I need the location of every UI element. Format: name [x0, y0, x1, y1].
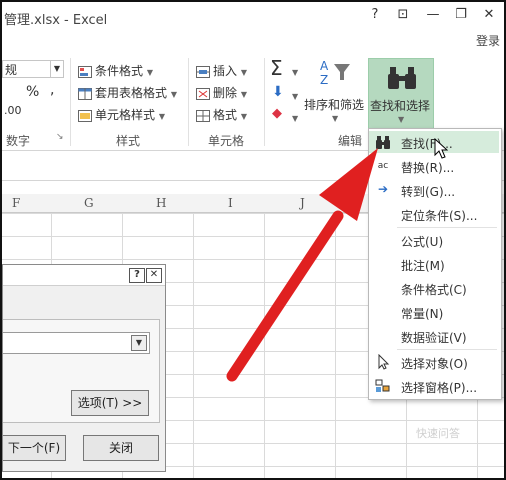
menu-item-label: 常量(N) — [401, 307, 444, 321]
menu-item-comments[interactable]: 批注(M) — [369, 253, 499, 275]
dialog-close-icon[interactable]: ✕ — [146, 268, 162, 283]
menu-item-label: 选择窗格(P)... — [401, 381, 478, 395]
table-format-icon — [78, 87, 92, 100]
select-objects-icon — [378, 354, 390, 370]
column-header[interactable]: G — [84, 196, 94, 210]
menu-separator — [397, 349, 497, 350]
find-what-input[interactable]: ▼ — [3, 332, 150, 354]
dialog-tab-panel: ▼ 选项(T) >> — [3, 319, 160, 423]
selection-pane-icon — [375, 379, 390, 392]
number-format-value: 规 — [5, 63, 18, 77]
find-next-button[interactable]: 下一个(F) — [3, 435, 66, 461]
mouse-cursor-icon — [434, 138, 448, 159]
menu-item-label: 转到(G)... — [401, 185, 456, 199]
chevron-down-icon: ▼ — [50, 61, 63, 77]
clear-eraser-icon[interactable]: ◆ — [272, 106, 282, 121]
dialog-help-button[interactable]: ? — [129, 268, 145, 283]
menu-item-constants[interactable]: 常量(N) — [369, 301, 499, 323]
dialog-title-bar: ? ✕ — [3, 265, 165, 286]
menu-item-select-objects[interactable]: 选择对象(O) — [369, 351, 499, 373]
find-select-menu: 查找(F)... ac 替换(R)... ➔ 转到(G)... 定位条件(S).… — [368, 128, 502, 400]
cell-style-icon — [78, 109, 92, 122]
format-cells-icon — [196, 109, 210, 122]
menu-item-formulas[interactable]: 公式(U) — [369, 229, 499, 251]
maximize-button[interactable]: ❐ — [450, 7, 472, 25]
ribbon-display-button[interactable]: ⊡ — [392, 7, 414, 25]
options-button[interactable]: 选项(T) >> — [71, 390, 149, 416]
menu-item-label: 定位条件(S)... — [401, 209, 478, 223]
help-button[interactable]: ? — [364, 7, 386, 25]
column-header[interactable]: H — [156, 196, 166, 210]
menu-item-label: 替换(R)... — [401, 161, 455, 175]
cell-style-button[interactable]: 单元格样式 ▼ — [78, 106, 165, 123]
excel-window: 管理.xlsx - Excel ? ⊡ — ❐ ✕ 登录 规 ▼ % , .00… — [0, 0, 506, 480]
dialog-close-button[interactable]: 关闭 — [83, 435, 159, 461]
menu-item-data-validation[interactable]: 数据验证(V) — [369, 325, 499, 347]
chevron-down-icon[interactable]: ▼ — [131, 335, 147, 351]
goto-arrow-icon: ➔ — [377, 182, 389, 196]
percent-button[interactable]: % — [26, 84, 39, 100]
group-style-label: 样式 — [116, 134, 141, 148]
menu-separator — [397, 227, 497, 228]
divider — [70, 58, 71, 146]
divider — [188, 58, 189, 146]
column-header[interactable]: F — [12, 196, 20, 210]
decimal-button[interactable]: .00 — [4, 104, 22, 117]
close-button[interactable]: ✕ — [478, 7, 500, 25]
menu-item-label: 批注(M) — [401, 259, 445, 273]
divider — [264, 58, 265, 146]
conditional-format-icon — [78, 65, 92, 78]
svg-text:A: A — [320, 59, 329, 73]
menu-item-label: 选择对象(O) — [401, 357, 468, 371]
fill-dropdown[interactable]: ▼ — [292, 88, 298, 102]
format-button[interactable]: 格式 ▼ — [196, 106, 247, 123]
menu-item-goto-special[interactable]: 定位条件(S)... — [369, 203, 499, 225]
dialog-launcher-icon[interactable]: ↘ — [56, 132, 64, 142]
delete-button[interactable]: 删除 ▼ — [196, 84, 247, 101]
comma-button[interactable]: , — [50, 82, 54, 98]
insert-button[interactable]: 插入 ▼ — [196, 62, 247, 79]
number-format-combo[interactable]: 规 ▼ — [2, 60, 64, 78]
signin-link[interactable]: 登录 — [476, 32, 500, 49]
clear-dropdown[interactable]: ▼ — [292, 110, 298, 124]
fill-icon[interactable]: ⬇ — [272, 84, 284, 100]
minimize-button[interactable]: — — [422, 7, 444, 25]
binoculars-icon — [376, 136, 390, 149]
conditional-format-button[interactable]: 条件格式 ▼ — [78, 62, 153, 79]
menu-item-selection-pane[interactable]: 选择窗格(P)... — [369, 375, 499, 397]
window-title: 管理.xlsx - Excel — [4, 13, 108, 28]
sort-filter-icon: A Z — [320, 59, 350, 87]
menu-item-label: 公式(U) — [401, 235, 444, 249]
sort-filter-label: 排序和筛选 — [304, 98, 365, 112]
group-cells-label: 单元格 — [208, 134, 245, 148]
find-select-label: 查找和选择 — [370, 99, 431, 113]
group-editing-label: 编辑 — [338, 134, 363, 148]
title-bar: 管理.xlsx - Excel ? ⊡ — ❐ ✕ — [2, 2, 504, 32]
find-replace-dialog: ? ✕ ▼ 选项(T) >> 下一个(F) 关闭 — [2, 264, 166, 472]
insert-cells-icon — [196, 65, 210, 78]
menu-item-label: 条件格式(C) — [401, 283, 467, 297]
menu-item-goto[interactable]: ➔ 转到(G)... — [369, 179, 499, 201]
svg-text:Z: Z — [320, 73, 328, 87]
column-header[interactable]: J — [300, 196, 305, 210]
replace-icon: ac — [377, 161, 389, 171]
menu-item-label: 数据验证(V) — [401, 331, 467, 345]
column-header[interactable]: I — [228, 196, 233, 210]
autosum-button[interactable]: Σ — [270, 56, 283, 80]
table-format-button[interactable]: 套用表格格式 ▼ — [78, 84, 177, 101]
menu-item-conditional-format[interactable]: 条件格式(C) — [369, 277, 499, 299]
autosum-dropdown[interactable]: ▼ — [292, 64, 298, 78]
delete-cells-icon — [196, 87, 210, 100]
binoculars-icon — [388, 67, 416, 89]
sort-filter-button[interactable]: A Z 排序和筛选 ▼ — [304, 58, 366, 128]
watermark: 快速问答 — [416, 427, 460, 440]
group-number-label: 数字 — [6, 134, 31, 148]
